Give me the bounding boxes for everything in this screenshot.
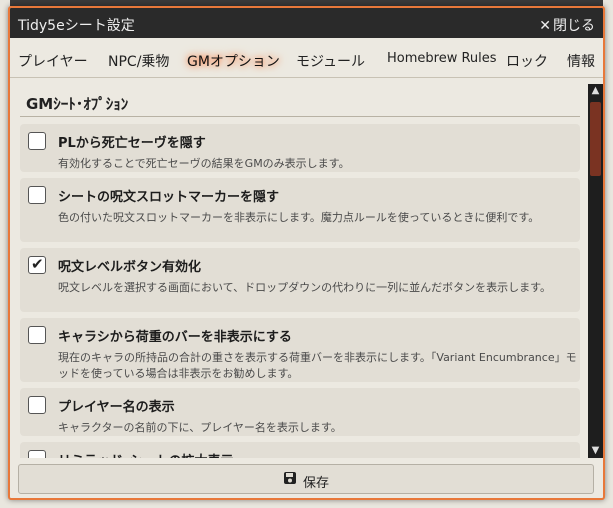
checkbox-hide-encumbrance-bar[interactable]	[28, 326, 46, 344]
tab-bar: プレイヤー NPC/乗物 GMオプション モジュール Homebrew Rule…	[10, 38, 603, 78]
save-icon	[284, 472, 296, 484]
option-show-player-name: プレイヤー名の表示 キャラクターの名前の下に、プレイヤー名を表示します。	[20, 388, 580, 436]
close-button[interactable]: ✕ 閉じる	[539, 15, 595, 35]
scroll-down-icon[interactable]: ▼	[588, 444, 603, 458]
option-label: プレイヤー名の表示	[58, 400, 175, 415]
tab-modules[interactable]: モジュール	[296, 51, 365, 71]
section-heading: GMｼｰﾄ･ｵﾌﾟｼｮﾝ	[20, 86, 580, 117]
option-hide-encumbrance-bar: キャラシから荷重のバーを非表示にする 現在のキャラの所持品の合計の重さを表示する…	[20, 318, 580, 382]
option-description: 色の付いた呪文スロットマーカーを非表示にします。魔力点ルールを使っているときに便…	[58, 211, 540, 224]
close-label: 閉じる	[553, 18, 595, 34]
option-hide-death-saves: PLから死亡セーヴを隠す 有効化することで死亡セーヴの結果をGMのみ表示します。	[20, 124, 580, 172]
tab-homebrew-rules[interactable]: Homebrew Rules	[387, 51, 497, 66]
option-label: キャラシから荷重のバーを非表示にする	[58, 330, 292, 345]
checkbox-spell-level-buttons[interactable]: ✔	[28, 255, 46, 274]
checkbox-show-player-name[interactable]	[28, 396, 46, 414]
checkbox-hide-spell-slot-markers[interactable]	[28, 186, 46, 204]
dialog-title: Tidy5eシート設定	[18, 18, 135, 34]
options-scroll-area[interactable]: GMｼｰﾄ･ｵﾌﾟｼｮﾝ PLから死亡セーヴを隠す 有効化することで死亡セーヴの…	[18, 84, 584, 458]
option-spell-level-buttons: ✔ 呪文レベルボタン有効化 呪文レベルを選択する画面において、ドロップダウンの代…	[20, 248, 580, 312]
save-label: 保存	[303, 476, 330, 491]
tab-info[interactable]: 情報	[567, 51, 595, 71]
checkmark-icon: ✔	[31, 255, 44, 273]
option-label: シートの呪文スロットマーカーを隠す	[58, 190, 280, 205]
background-app-bottom	[0, 500, 613, 508]
settings-dialog: Tidy5eシート設定 ✕ 閉じる プレイヤー NPC/乗物 GMオプション モジ…	[8, 6, 605, 500]
tab-lock[interactable]: ロック	[506, 51, 548, 71]
vertical-scrollbar[interactable]: ▲ ▼	[588, 84, 603, 458]
option-description: 現在のキャラの所持品の合計の重さを表示する荷重バーを非表示にします。「Varia…	[58, 351, 577, 380]
checkbox-hide-death-saves[interactable]	[28, 132, 46, 150]
option-label: 呪文レベルボタン有効化	[58, 260, 202, 275]
tab-npc-vehicle[interactable]: NPC/乗物	[108, 51, 169, 71]
scrollbar-thumb[interactable]	[590, 102, 601, 176]
option-description: 有効化することで死亡セーヴの結果をGMのみ表示します。	[58, 157, 350, 170]
option-label: PLから死亡セーヴを隠す	[58, 136, 206, 151]
option-description: キャラクターの名前の下に、プレイヤー名を表示します。	[58, 421, 342, 434]
close-icon: ✕	[539, 18, 551, 34]
dialog-titlebar[interactable]: Tidy5eシート設定 ✕ 閉じる	[10, 8, 603, 38]
checkbox-expand-limited-sheet[interactable]	[28, 450, 46, 458]
save-button[interactable]: 保存	[18, 464, 594, 494]
tab-gm-options[interactable]: GMオプション	[187, 51, 280, 71]
option-description: 呪文レベルを選択する画面において、ドロップダウンの代わりに一列に並んだボタンを表…	[58, 281, 552, 294]
option-label: リミテッド･シートの拡大表示	[58, 450, 234, 458]
option-hide-spell-slot-markers: シートの呪文スロットマーカーを隠す 色の付いた呪文スロットマーカーを非表示にしま…	[20, 178, 580, 242]
option-expand-limited-sheet: リミテッド･シートの拡大表示	[20, 442, 580, 458]
scroll-up-icon[interactable]: ▲	[588, 84, 603, 98]
section-title-text: GMｼｰﾄ･ｵﾌﾟｼｮﾝ	[26, 95, 129, 113]
tab-player[interactable]: プレイヤー	[18, 51, 88, 71]
